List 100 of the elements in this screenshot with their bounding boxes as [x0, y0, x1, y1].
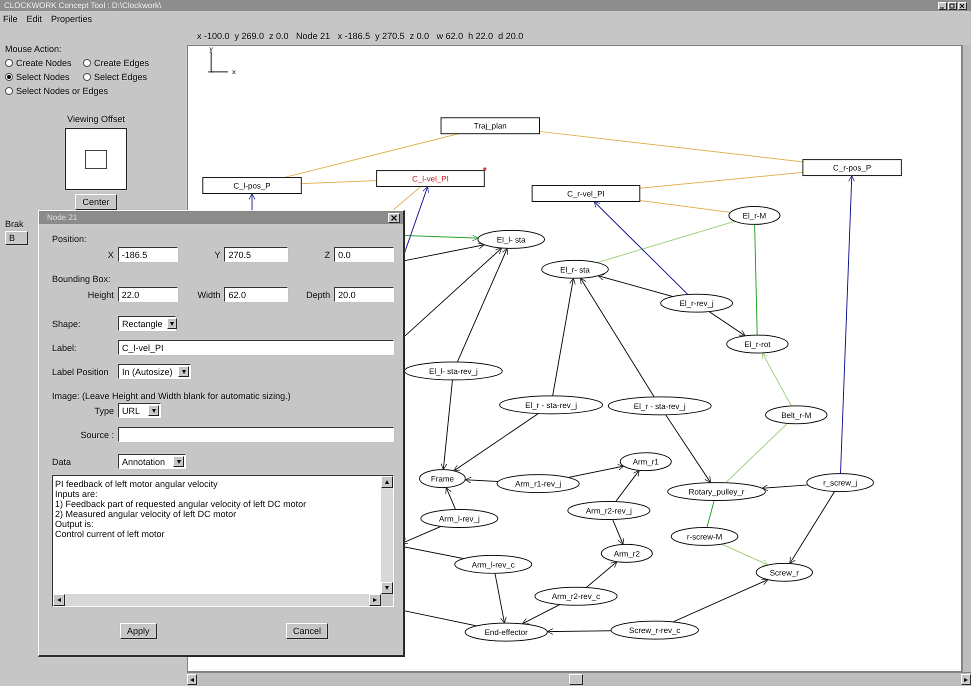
ellipse-node[interactable]: Frame [419, 470, 466, 488]
radio-button[interactable] [83, 59, 91, 67]
label-field[interactable]: C_l-vel_PI [118, 340, 394, 355]
field-label: Type [93, 406, 115, 416]
field-label: Label Position [52, 366, 110, 376]
ellipse-node[interactable]: El_r - sta-rev_j [608, 396, 712, 416]
ellipse-node[interactable]: r_screw_j [806, 474, 874, 492]
field-label: Y [213, 250, 222, 260]
connector-line [706, 500, 715, 528]
dropdown-arrow-icon [150, 406, 158, 414]
connector-arrow [708, 311, 746, 337]
viewing-offset-preview[interactable] [65, 128, 127, 190]
label-position-dropdown[interactable]: In (Autosize) [118, 364, 191, 379]
menu-item[interactable]: Properties [51, 14, 92, 24]
ellipse-node[interactable]: Arm_l-rev_c [454, 555, 532, 574]
radio-option[interactable]: Select Nodes or Edges [5, 86, 187, 96]
box-node[interactable]: C_l-vel_PI [376, 168, 486, 188]
horizontal-scrollbar[interactable] [187, 672, 971, 686]
close-icon [959, 2, 966, 8]
menu-item[interactable]: Edit [26, 14, 42, 24]
scroll-right-icon [371, 596, 379, 604]
coordinate-field[interactable]: 270.5 [224, 247, 288, 262]
maximize-button[interactable] [948, 2, 957, 10]
menu-item[interactable]: File [3, 14, 18, 24]
axis-icon [208, 52, 229, 73]
ellipse-node[interactable]: El_r-rot [726, 334, 789, 354]
close-button[interactable] [388, 212, 400, 222]
field-label: Source : [79, 430, 115, 440]
connector-line [393, 186, 422, 210]
connector-arrow [445, 487, 456, 510]
radio-button[interactable] [5, 59, 13, 67]
radio-button[interactable] [5, 87, 13, 95]
brake-button[interactable]: B [5, 231, 28, 245]
scroll-down-icon [383, 584, 391, 592]
ellipse-node[interactable]: El_r-rev_j [660, 294, 733, 314]
dimension-field[interactable]: 22.0 [118, 287, 178, 302]
section-label: Bounding Box: [52, 274, 112, 284]
connector-arrow [586, 562, 618, 588]
radio-option[interactable]: Create Nodes [5, 58, 83, 68]
section-label: Mouse Action: [5, 44, 63, 54]
ellipse-node[interactable]: Arm_r2-rev_c [534, 587, 618, 606]
dimension-field[interactable]: 62.0 [224, 287, 288, 302]
ellipse-node[interactable]: r-screw-M [670, 527, 738, 546]
minimize-button[interactable] [938, 2, 947, 10]
box-node[interactable]: Traj_plan [440, 118, 540, 135]
source-field[interactable] [118, 427, 394, 442]
vertical-scrollbar[interactable] [381, 476, 393, 594]
ellipse-node[interactable]: Belt_r-M [765, 406, 828, 425]
ellipse-node[interactable]: El_r- sta [541, 260, 609, 280]
radio-button[interactable] [83, 73, 91, 81]
image-hint: Image: (Leave Height and Width blank for automatic sizing.) [52, 391, 292, 401]
horizontal-scrollbar[interactable] [53, 594, 381, 606]
ellipse-node[interactable]: El_l- sta [477, 230, 545, 250]
box-node[interactable]: C_l-pos_P [202, 177, 302, 194]
box-node[interactable]: C_r-vel_PI [532, 185, 640, 202]
dialog-button[interactable]: Cancel [286, 623, 328, 639]
dialog-button[interactable]: Apply [120, 623, 157, 639]
ellipse-node[interactable]: Screw_r [756, 563, 813, 582]
connector-arrow [762, 352, 792, 407]
ellipse-node[interactable]: Arm_r1 [620, 452, 672, 472]
viewport-indicator[interactable] [85, 150, 107, 168]
dropdown-arrow-icon [174, 458, 182, 466]
dropdown-arrow-icon [180, 368, 188, 376]
connector-arrow [522, 604, 560, 625]
ellipse-node[interactable]: Arm_l-rev_j [420, 509, 498, 528]
radio-button[interactable] [5, 73, 13, 81]
ellipse-node[interactable]: Rotary_pulley_r [667, 482, 766, 502]
coordinate-field[interactable]: 0.0 [334, 247, 394, 262]
scroll-thumb[interactable] [569, 674, 583, 686]
coordinate-field[interactable]: -186.5 [118, 247, 178, 262]
connector-arrow [464, 477, 499, 484]
connector-arrow [494, 573, 507, 624]
data-dropdown[interactable]: Annotation [118, 454, 186, 469]
field-label: Height [86, 290, 115, 300]
field-label: Shape: [52, 318, 82, 328]
ellipse-node[interactable]: Screw_r-rev_c [610, 621, 699, 640]
ellipse-node[interactable]: End-effector [464, 623, 548, 642]
ellipse-node[interactable]: El_l- sta-rev_j [404, 362, 503, 381]
coordinates-readout: x -100.0 y 269.0 z 0.0 Node 21 x -186.5 y 270.5 z 0.0 w 62.0 h 22.0 d 20.0 [196, 30, 524, 43]
ellipse-node[interactable]: El_r - sta-rev_j [499, 396, 603, 415]
ellipse-node[interactable]: Arm_r2-rev_j [567, 501, 650, 520]
connector-arrow [612, 519, 624, 546]
vertical-scrollbar[interactable] [962, 45, 971, 672]
radio-option[interactable]: Create Edges [83, 58, 187, 68]
dialog-title: Node 21 [47, 213, 78, 222]
ellipse-node[interactable]: El_r-M [728, 206, 780, 226]
center-button[interactable]: Center [75, 194, 116, 210]
section-label: Viewing Offset [67, 114, 125, 124]
ellipse-node[interactable]: Arm_r2 [600, 544, 653, 564]
dimension-field[interactable]: 20.0 [334, 287, 394, 302]
annotation-field[interactable] [52, 475, 394, 607]
radio-option[interactable]: Select Nodes [5, 72, 83, 82]
section-label: Brak [5, 219, 25, 229]
shape-dropdown[interactable]: Rectangle [118, 316, 176, 331]
radio-option[interactable]: Select Edges [83, 72, 187, 82]
type-dropdown[interactable]: URL [118, 403, 161, 418]
close-button[interactable] [958, 2, 967, 10]
field-label: Width [196, 290, 222, 300]
box-node[interactable]: C_r-pos_P [802, 160, 902, 176]
ellipse-node[interactable]: Arm_r1-rev_j [496, 474, 580, 494]
